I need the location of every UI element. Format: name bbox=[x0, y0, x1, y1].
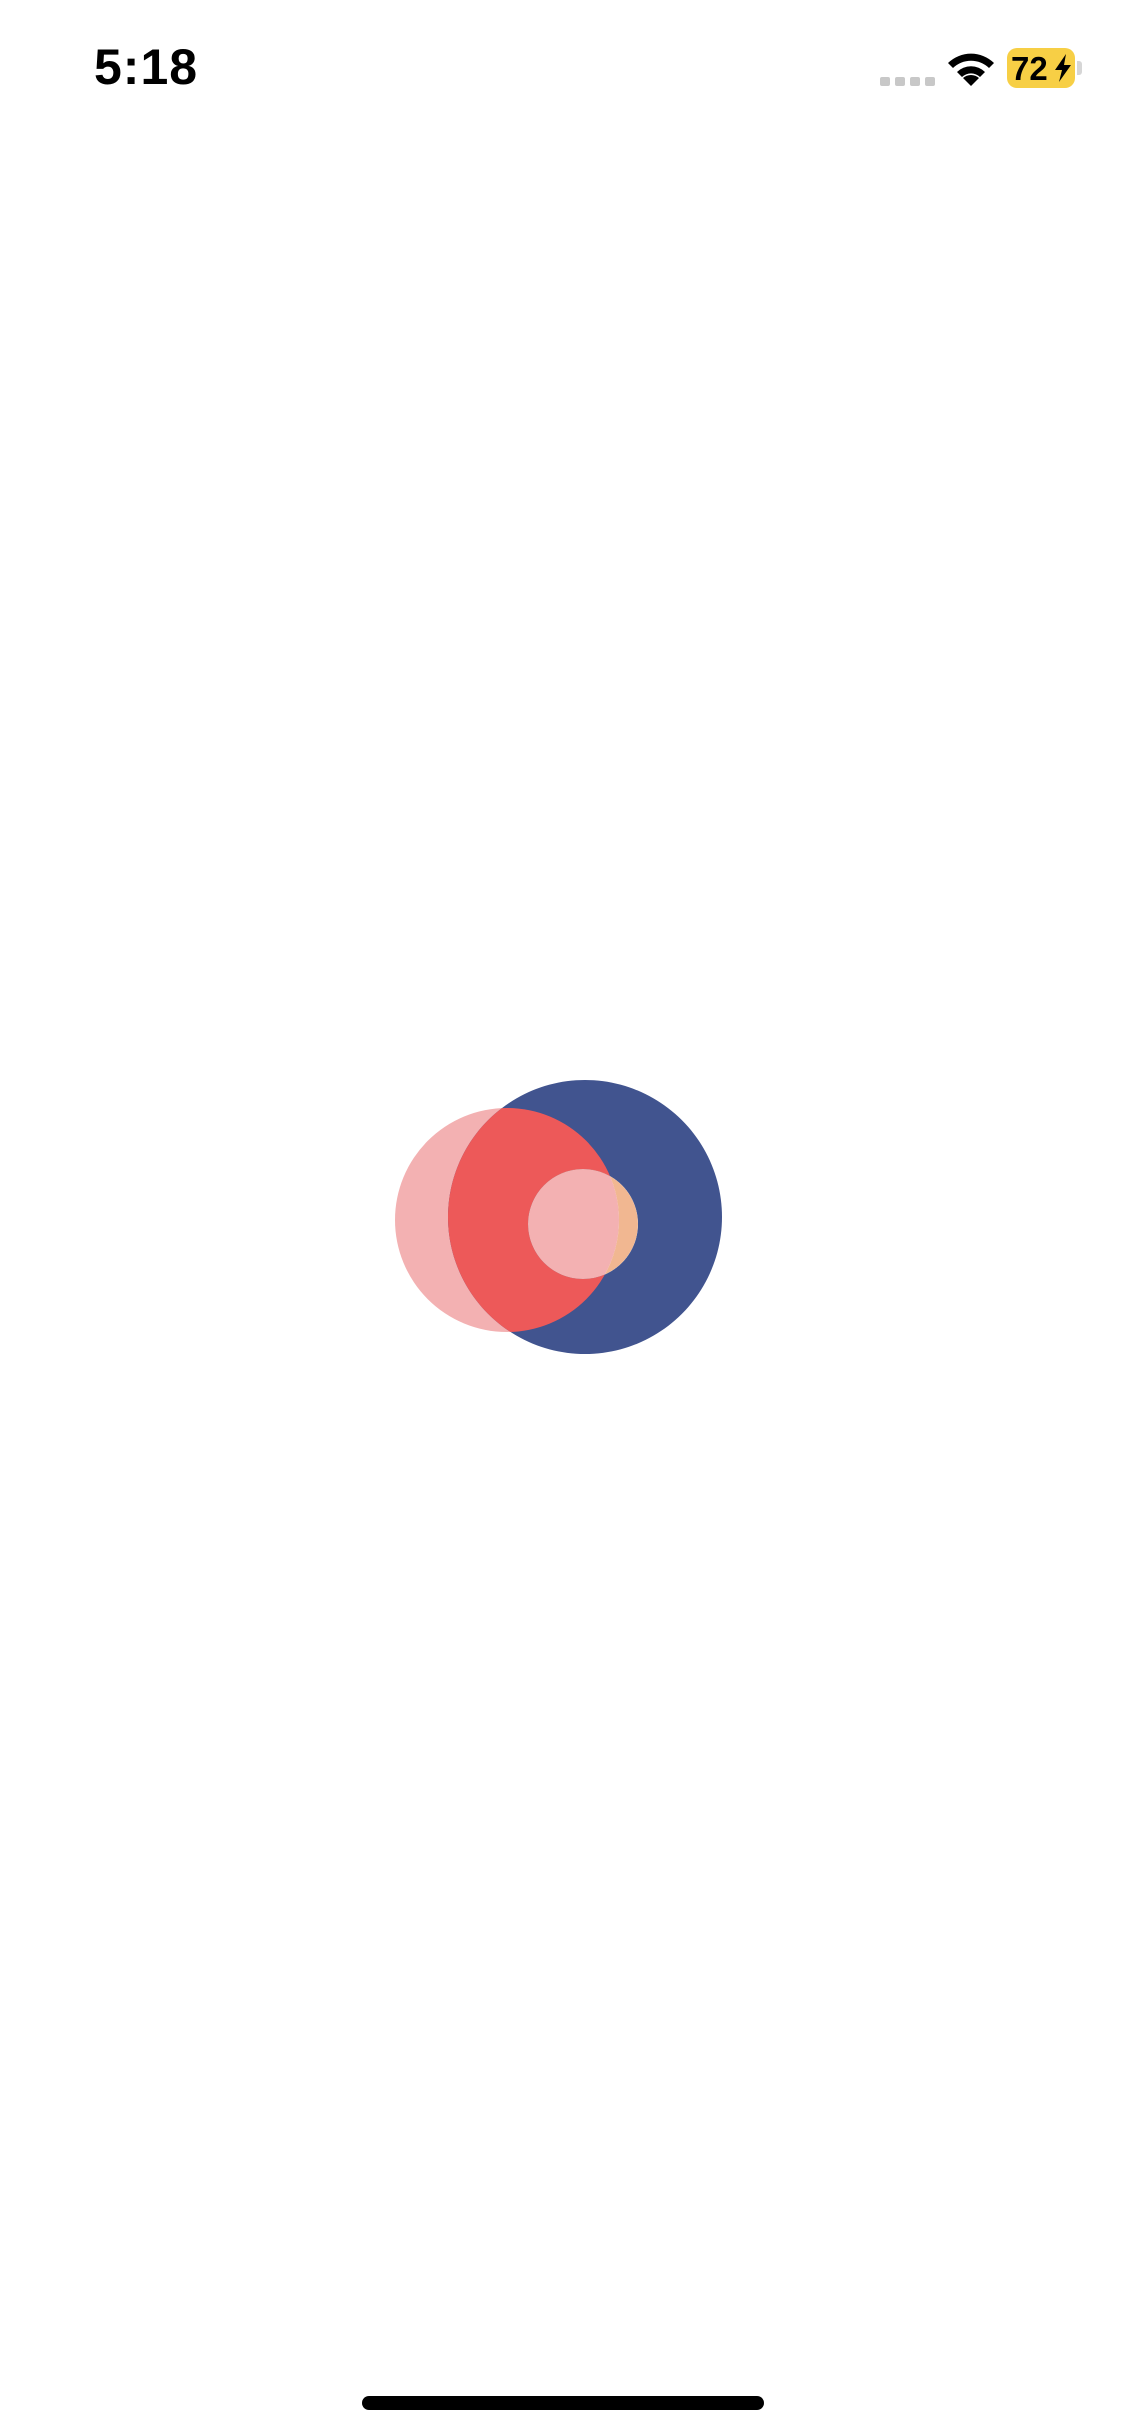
battery-cap bbox=[1077, 61, 1082, 75]
battery-charging-icon: 72 bbox=[1007, 48, 1083, 88]
status-time: 5:18 bbox=[94, 39, 199, 95]
wifi-icon bbox=[948, 53, 994, 86]
home-indicator[interactable] bbox=[362, 2396, 764, 2410]
bolt-icon bbox=[1055, 54, 1071, 82]
cellular-signal-icon bbox=[880, 77, 935, 86]
battery-level: 72 bbox=[1011, 50, 1048, 87]
app-logo-icon bbox=[395, 1080, 722, 1354]
status-bar: 5:18 72 bbox=[0, 0, 1125, 140]
